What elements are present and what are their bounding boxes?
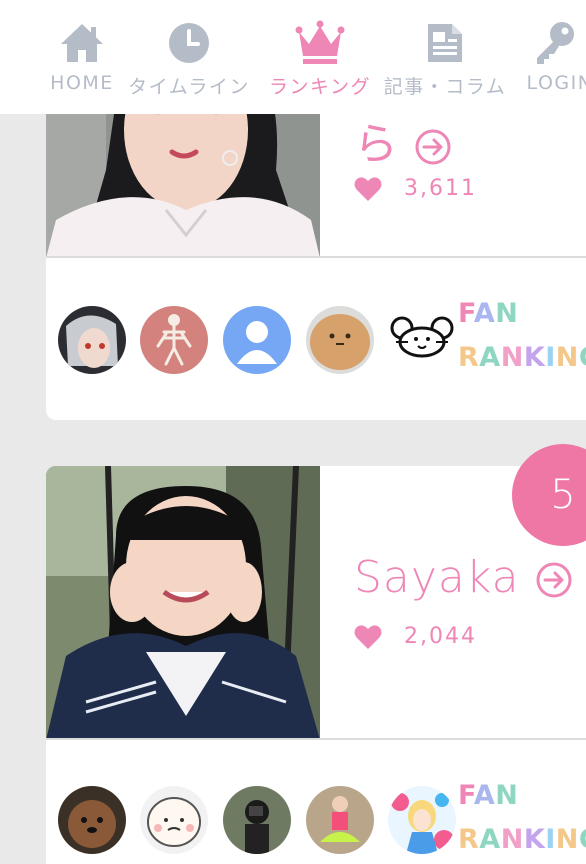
document-icon <box>428 24 462 62</box>
nav-timeline[interactable]: タイムライン <box>126 0 252 114</box>
fan-ranking-line1: FAN <box>458 780 519 811</box>
heart-icon <box>354 177 382 201</box>
fan-avatar[interactable] <box>223 786 291 854</box>
idol-name-text: ら <box>354 119 399 170</box>
fan-ranking-link[interactable]: FAN RANKING <box>458 774 586 862</box>
fan-ranking-link[interactable]: FAN RANKING <box>458 292 586 380</box>
nav-login-label: LOGIN <box>526 72 586 94</box>
likes-value: 2,044 <box>404 624 477 649</box>
heart-icon <box>354 625 382 649</box>
nav-timeline-label: タイムライン <box>128 76 250 98</box>
fan-ranking-line2: RANKING <box>458 342 586 373</box>
fan-ranking-line2: RANKING <box>458 824 586 855</box>
card-divider <box>46 256 586 258</box>
fan-avatar[interactable] <box>388 786 456 854</box>
nav-articles-label: 記事・コラム <box>383 76 507 98</box>
fan-avatars <box>58 306 458 376</box>
fan-avatar[interactable] <box>388 306 456 374</box>
idol-name[interactable]: ら <box>354 108 452 172</box>
fan-avatar[interactable] <box>306 306 374 374</box>
fan-avatar[interactable] <box>140 786 208 854</box>
fan-avatar[interactable] <box>58 786 126 854</box>
fan-ranking-line1: FAN <box>458 298 519 329</box>
arrow-circle-icon <box>415 129 451 165</box>
top-navigation: HOME タイムライン ランキング 記事・コラム LOGI <box>0 0 586 114</box>
clock-icon <box>169 23 209 63</box>
nav-articles[interactable]: 記事・コラム <box>382 0 508 114</box>
ranking-card[interactable]: ら 3,611 FAN RANKIN <box>46 60 586 420</box>
fan-avatars <box>58 786 458 856</box>
fan-avatar[interactable] <box>223 306 291 374</box>
idol-name-text: Sayaka <box>354 552 520 603</box>
fan-avatar[interactable] <box>140 306 208 374</box>
likes-count: 3,611 <box>354 176 477 202</box>
nav-home-label: HOME <box>50 72 114 94</box>
home-icon <box>61 24 103 62</box>
nav-ranking[interactable]: ランキング <box>264 0 376 114</box>
idol-name[interactable]: Sayaka <box>354 552 573 603</box>
crown-icon <box>295 20 345 64</box>
fan-avatar[interactable] <box>306 786 374 854</box>
nav-login[interactable]: LOGIN <box>520 0 586 114</box>
nav-home[interactable]: HOME <box>46 0 118 114</box>
card-divider <box>46 738 586 740</box>
idol-photo[interactable] <box>46 466 320 740</box>
fan-avatar[interactable] <box>58 306 126 374</box>
nav-ranking-label: ランキング <box>269 76 371 98</box>
arrow-circle-icon <box>536 562 572 598</box>
key-icon <box>537 22 574 64</box>
likes-count: 2,044 <box>354 624 477 650</box>
ranking-card[interactable]: Sayaka 2,044 FAN RANKIN <box>46 466 586 864</box>
likes-value: 3,611 <box>404 176 477 201</box>
